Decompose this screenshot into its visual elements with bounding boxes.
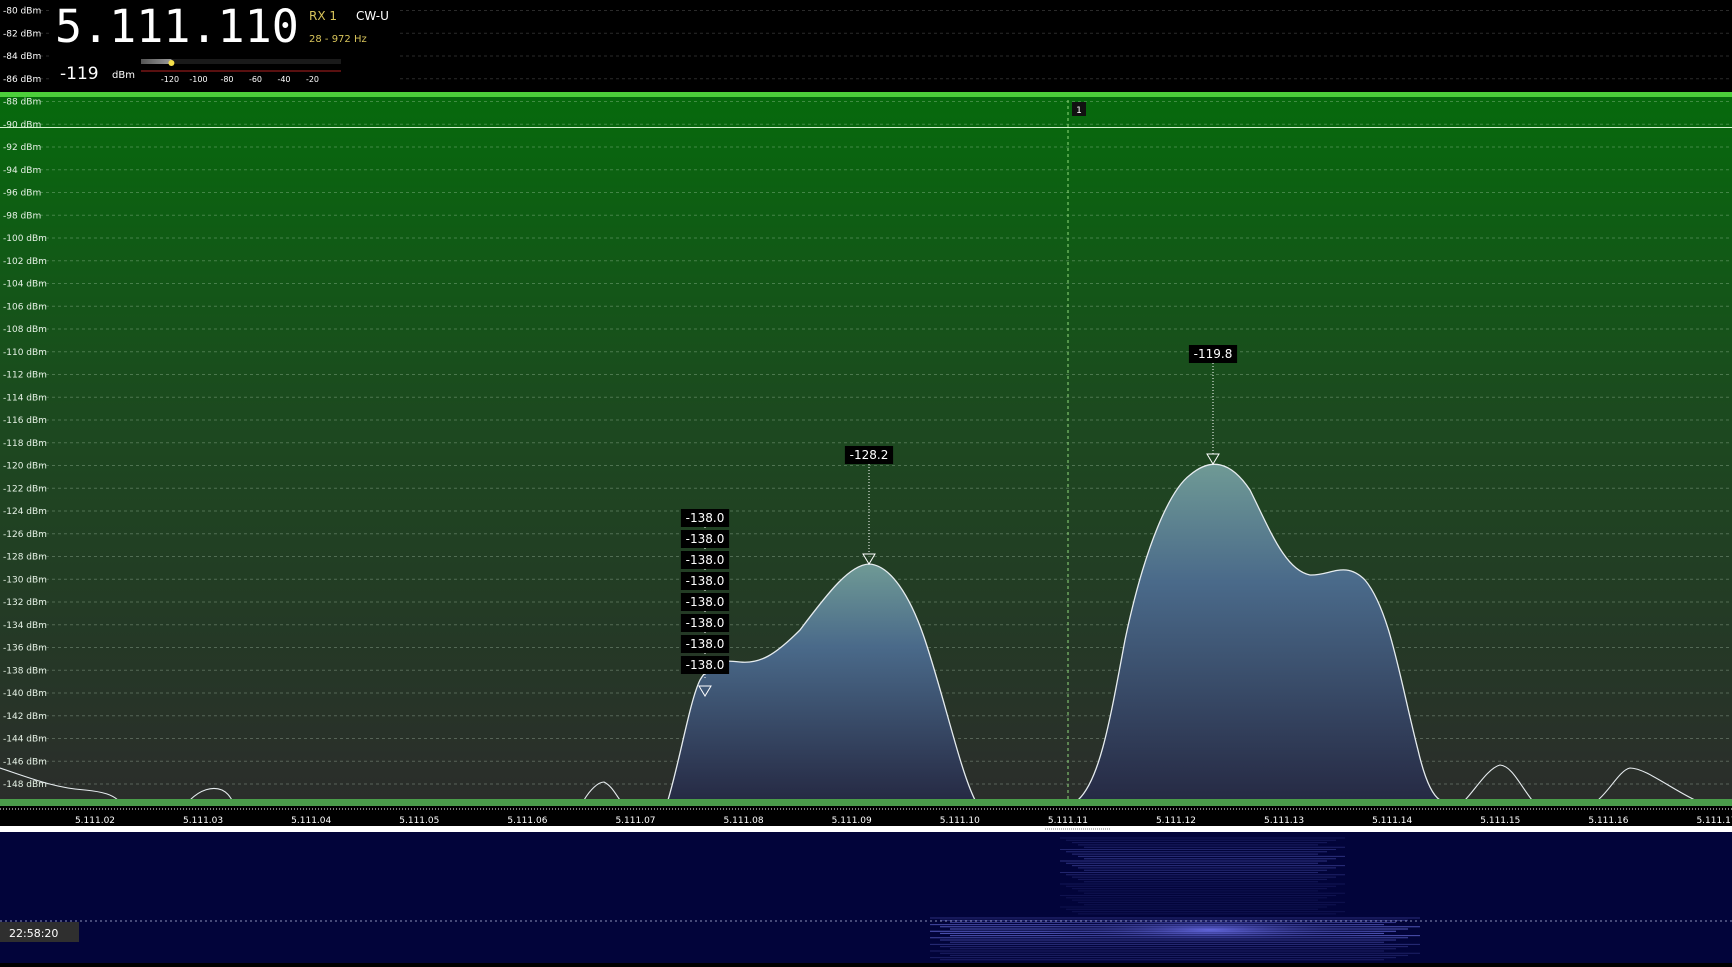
vfo-marker[interactable]: 1 — [1072, 102, 1086, 116]
frequency-label: 5.111.14 — [1372, 816, 1412, 826]
waterfall-background — [0, 832, 1732, 963]
s-meter-tick-label: -20 — [306, 75, 319, 84]
marker-value: -119.8 — [1194, 347, 1233, 361]
level-label: -130 dBm — [3, 575, 47, 585]
mode-label[interactable]: CW-U — [356, 9, 389, 23]
s-meter-fill — [141, 59, 172, 64]
stack-marker[interactable]: -138.0 — [680, 614, 730, 632]
waterfall-divider[interactable] — [0, 826, 1732, 832]
marker-value: -138.0 — [686, 637, 725, 651]
frequency-label: 5.111.02 — [75, 816, 115, 826]
frequency-label: 5.111.06 — [507, 816, 547, 826]
s-meter-tick-label: -120 — [161, 75, 179, 84]
signal-level-unit: dBm — [112, 70, 135, 81]
level-label: -100 dBm — [3, 234, 47, 244]
stack-marker[interactable]: -138.0 — [680, 530, 730, 548]
level-label: -112 dBm — [3, 371, 47, 381]
frequency-label: 5.111.10 — [940, 816, 980, 826]
frequency-label: 5.111.11 — [1048, 816, 1088, 826]
level-label: -118 dBm — [3, 439, 47, 449]
frequency-label: 5.111.13 — [1264, 816, 1304, 826]
frequency-label: 5.111.05 — [399, 816, 439, 826]
s-meter-tick-label: -60 — [249, 75, 262, 84]
frequency-label: 5.111.16 — [1588, 816, 1628, 826]
level-label: -142 dBm — [3, 712, 47, 722]
level-label: -104 dBm — [3, 280, 47, 290]
level-label: -96 dBm — [3, 189, 41, 199]
stack-marker[interactable]: -138.0 — [680, 572, 730, 590]
level-label: -124 dBm — [3, 507, 47, 517]
stack-marker[interactable]: -138.0 — [680, 509, 730, 527]
level-label: -110 dBm — [3, 348, 47, 358]
level-label: -116 dBm — [3, 416, 47, 426]
bandwidth-label[interactable]: 28 - 972 Hz — [309, 34, 367, 45]
top-level-label: -86 dBm — [3, 75, 41, 85]
marker-value: -138.0 — [686, 511, 725, 525]
level-label: -132 dBm — [3, 598, 47, 608]
level-label: -138 dBm — [3, 666, 47, 676]
frequency-label: 5.111.07 — [615, 816, 655, 826]
level-label: -92 dBm — [3, 143, 41, 153]
stack-marker[interactable]: -138.0 — [680, 593, 730, 611]
level-label: -108 dBm — [3, 325, 47, 335]
squelch-bar[interactable] — [0, 92, 1732, 97]
level-label: -126 dBm — [3, 530, 47, 540]
level-label: -94 dBm — [3, 166, 41, 176]
frequency-label: 5.111.15 — [1480, 816, 1520, 826]
level-label: -122 dBm — [3, 484, 47, 494]
s-meter-tick-label: -40 — [277, 75, 290, 84]
sdr-app: -80 dBm -82 dBm -84 dBm -86 dBm 5.111.110 R… — [0, 0, 1732, 963]
level-label: -146 dBm — [3, 757, 47, 767]
s-meter-tick-label: -80 — [220, 75, 233, 84]
level-label: -106 dBm — [3, 302, 47, 312]
frequency-label: 5.111.04 — [291, 816, 331, 826]
peak-marker[interactable]: -128.2 — [844, 446, 894, 464]
signal-level-value: -119 — [60, 64, 99, 84]
level-label: -114 dBm — [3, 393, 47, 403]
level-label: -140 dBm — [3, 689, 47, 699]
vfo-marker-label: 1 — [1076, 106, 1082, 116]
top-level-label: -84 dBm — [3, 52, 41, 62]
rx-label[interactable]: RX 1 — [309, 9, 337, 23]
frequency-label: 5.111.08 — [724, 816, 764, 826]
level-label: -120 dBm — [3, 462, 47, 472]
peak-marker[interactable]: -119.8 — [1188, 345, 1238, 363]
marker-value: -138.0 — [686, 595, 725, 609]
top-level-label: -82 dBm — [3, 29, 41, 39]
s-meter-peak-dot — [168, 60, 175, 66]
s-meter-tick-label: -100 — [189, 75, 207, 84]
marker-value: -128.2 — [850, 448, 889, 462]
frequency-label: 5.111.17 — [1696, 816, 1732, 826]
level-label: -134 dBm — [3, 621, 47, 631]
level-label: -90 dBm — [3, 120, 41, 130]
level-label: -144 dBm — [3, 735, 47, 745]
frequency-label: 5.111.03 — [183, 816, 223, 826]
waterfall-time: 22:58:20 — [9, 927, 58, 940]
spectrum-floor-bar — [0, 799, 1732, 806]
marker-value: -138.0 — [686, 658, 725, 672]
frequency-label: 5.111.12 — [1156, 816, 1196, 826]
spectrum-display[interactable]: -80 dBm -82 dBm -84 dBm -86 dBm 5.111.110 R… — [0, 0, 1732, 963]
stack-marker[interactable]: -138.0 — [680, 656, 730, 674]
frequency-panel: 5.111.110 RX 1 CW-U 28 - 972 Hz -119 dBm… — [52, 0, 398, 88]
waterfall-signal-glow — [1040, 916, 1380, 944]
frequency-display[interactable]: 5.111.110 — [55, 0, 299, 53]
marker-value: -138.0 — [686, 616, 725, 630]
level-label: -88 dBm — [3, 98, 41, 108]
waterfall[interactable]: 22:58:20 — [0, 832, 1732, 963]
top-level-label: -80 dBm — [3, 7, 41, 17]
stack-marker[interactable]: -138.0 — [680, 635, 730, 653]
marker-value: -138.0 — [686, 574, 725, 588]
level-label: -102 dBm — [3, 257, 47, 267]
level-label: -98 dBm — [3, 211, 41, 221]
frequency-label: 5.111.09 — [832, 816, 872, 826]
stack-marker[interactable]: -138.0 — [680, 551, 730, 569]
level-label: -128 dBm — [3, 553, 47, 563]
marker-value: -138.0 — [686, 532, 725, 546]
level-label: -136 dBm — [3, 644, 47, 654]
marker-value: -138.0 — [686, 553, 725, 567]
